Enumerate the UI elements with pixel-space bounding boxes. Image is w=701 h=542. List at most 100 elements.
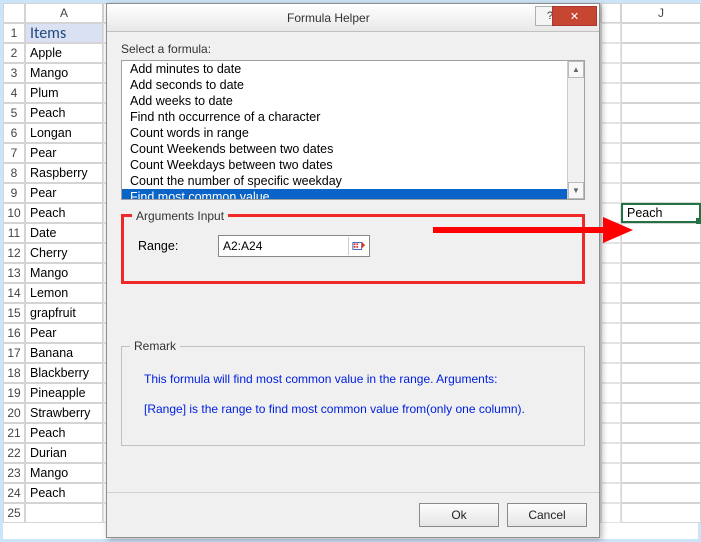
row-header-2[interactable]: 2 — [3, 43, 25, 63]
cell-A13[interactable]: Mango — [25, 263, 103, 283]
cell-J15[interactable] — [621, 303, 701, 323]
cell-J21[interactable] — [621, 423, 701, 443]
formula-item[interactable]: Count Weekdays between two dates — [122, 157, 584, 173]
dialog-title: Formula Helper — [287, 11, 370, 25]
row-header-7[interactable]: 7 — [3, 143, 25, 163]
row-header-22[interactable]: 22 — [3, 443, 25, 463]
col-header-J[interactable]: J — [621, 3, 701, 23]
cell-A4[interactable]: Plum — [25, 83, 103, 103]
cell-J12[interactable] — [621, 243, 701, 263]
row-header-12[interactable]: 12 — [3, 243, 25, 263]
cell-J18[interactable] — [621, 363, 701, 383]
col-header-A[interactable]: A — [25, 3, 103, 23]
range-picker-button[interactable] — [348, 237, 368, 255]
cell-J16[interactable] — [621, 323, 701, 343]
row-header-20[interactable]: 20 — [3, 403, 25, 423]
cell-A19[interactable]: Pineapple — [25, 383, 103, 403]
ok-button[interactable]: Ok — [419, 503, 499, 527]
cell-J1[interactable] — [621, 23, 701, 43]
row-header-13[interactable]: 13 — [3, 263, 25, 283]
cell-J6[interactable] — [621, 123, 701, 143]
cell-A6[interactable]: Longan — [25, 123, 103, 143]
cell-J4[interactable] — [621, 83, 701, 103]
cell-A10[interactable]: Peach — [25, 203, 103, 223]
cell-J24[interactable] — [621, 483, 701, 503]
cell-A2[interactable]: Apple — [25, 43, 103, 63]
cell-J11[interactable] — [621, 223, 701, 243]
row-header-3[interactable]: 3 — [3, 63, 25, 83]
cell-A3[interactable]: Mango — [25, 63, 103, 83]
row-header-17[interactable]: 17 — [3, 343, 25, 363]
cell-J23[interactable] — [621, 463, 701, 483]
row-header-10[interactable]: 10 — [3, 203, 25, 223]
cell-J3[interactable] — [621, 63, 701, 83]
cell-A7[interactable]: Pear — [25, 143, 103, 163]
cell-gap2-23 — [601, 463, 621, 483]
cell-J14[interactable] — [621, 283, 701, 303]
cell-J9[interactable] — [621, 183, 701, 203]
scroll-up-button[interactable]: ▲ — [568, 61, 584, 78]
cancel-button[interactable]: Cancel — [507, 503, 587, 527]
formula-item[interactable]: Find nth occurrence of a character — [122, 109, 584, 125]
cell-J13[interactable] — [621, 263, 701, 283]
cell-J22[interactable] — [621, 443, 701, 463]
cell-J2[interactable] — [621, 43, 701, 63]
row-header-5[interactable]: 5 — [3, 103, 25, 123]
row-header-24[interactable]: 24 — [3, 483, 25, 503]
cell-A8[interactable]: Raspberry — [25, 163, 103, 183]
cell-J10[interactable]: Peach — [621, 203, 701, 223]
row-header-19[interactable]: 19 — [3, 383, 25, 403]
cell-A11[interactable]: Date — [25, 223, 103, 243]
row-header-4[interactable]: 4 — [3, 83, 25, 103]
formula-listbox[interactable]: Add minutes to dateAdd seconds to dateAd… — [121, 60, 585, 200]
close-button[interactable]: ✕ — [552, 6, 597, 26]
row-header-15[interactable]: 15 — [3, 303, 25, 323]
formula-item[interactable]: Count words in range — [122, 125, 584, 141]
items-header-cell[interactable]: Items — [25, 23, 103, 43]
row-header-14[interactable]: 14 — [3, 283, 25, 303]
cell-A23[interactable]: Mango — [25, 463, 103, 483]
formula-item[interactable]: Find most common value — [122, 189, 584, 200]
listbox-scrollbar[interactable]: ▲ ▼ — [567, 61, 584, 199]
cell-A17[interactable]: Banana — [25, 343, 103, 363]
formula-item[interactable]: Count the number of specific weekday — [122, 173, 584, 189]
row-header-16[interactable]: 16 — [3, 323, 25, 343]
cell-A22[interactable]: Durian — [25, 443, 103, 463]
cell-J25[interactable] — [621, 503, 701, 523]
cell-J7[interactable] — [621, 143, 701, 163]
cell-A9[interactable]: Pear — [25, 183, 103, 203]
formula-item[interactable]: Count Weekends between two dates — [122, 141, 584, 157]
row-header-9[interactable]: 9 — [3, 183, 25, 203]
cell-J19[interactable] — [621, 383, 701, 403]
row-header-8[interactable]: 8 — [3, 163, 25, 183]
scroll-down-button[interactable]: ▼ — [568, 182, 584, 199]
cell-A14[interactable]: Lemon — [25, 283, 103, 303]
cell-A16[interactable]: Pear — [25, 323, 103, 343]
cell-A20[interactable]: Strawberry — [25, 403, 103, 423]
cell-J5[interactable] — [621, 103, 701, 123]
cell-A18[interactable]: Blackberry — [25, 363, 103, 383]
row-header-1[interactable]: 1 — [3, 23, 25, 43]
cell-A24[interactable]: Peach — [25, 483, 103, 503]
cell-J17[interactable] — [621, 343, 701, 363]
arguments-input-legend: Arguments Input — [132, 209, 228, 223]
row-header-21[interactable]: 21 — [3, 423, 25, 443]
sheet-corner[interactable] — [3, 3, 25, 23]
row-header-18[interactable]: 18 — [3, 363, 25, 383]
cell-J20[interactable] — [621, 403, 701, 423]
cell-A25[interactable] — [25, 503, 103, 523]
formula-item[interactable]: Add minutes to date — [122, 61, 584, 77]
row-header-25[interactable]: 25 — [3, 503, 25, 523]
dialog-titlebar[interactable]: Formula Helper ? ✕ — [107, 4, 599, 32]
formula-item[interactable]: Add seconds to date — [122, 77, 584, 93]
row-header-23[interactable]: 23 — [3, 463, 25, 483]
cell-A12[interactable]: Cherry — [25, 243, 103, 263]
cell-A5[interactable]: Peach — [25, 103, 103, 123]
cell-J8[interactable] — [621, 163, 701, 183]
row-header-11[interactable]: 11 — [3, 223, 25, 243]
row-header-6[interactable]: 6 — [3, 123, 25, 143]
cell-A21[interactable]: Peach — [25, 423, 103, 443]
formula-item[interactable]: Add weeks to date — [122, 93, 584, 109]
range-input[interactable]: A2:A24 — [218, 235, 370, 257]
cell-A15[interactable]: grapfruit — [25, 303, 103, 323]
